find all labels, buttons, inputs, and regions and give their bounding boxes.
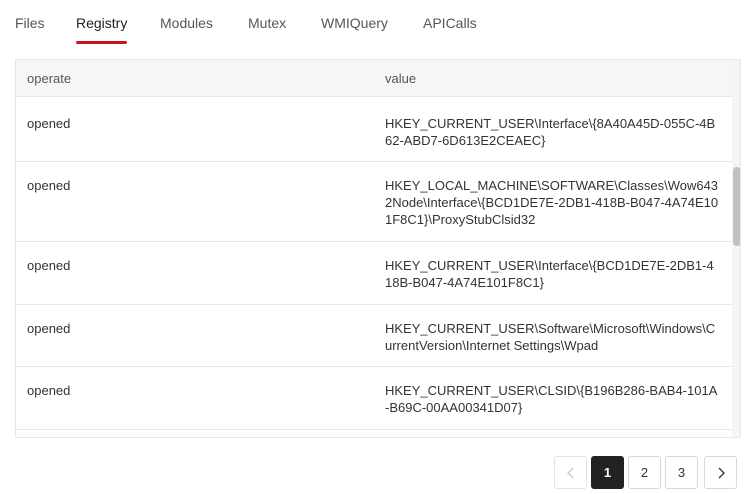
value-cell: HKEY_CURRENT_USER\CLSID\{B196B286-BAB4-1… <box>385 383 718 415</box>
table-row[interactable]: opened HKEY_CURRENT_USER\Interface\{BCD1… <box>16 242 732 305</box>
page-button-2[interactable]: 2 <box>628 456 661 489</box>
table-row[interactable]: opened HKEY_CURRENT_USER\Interface\{8A40… <box>16 97 732 162</box>
column-header-value: value <box>385 71 417 86</box>
page-button-3[interactable]: 3 <box>665 456 698 489</box>
column-header-operate: operate <box>27 71 72 86</box>
active-tab-indicator <box>76 41 127 44</box>
value-cell: HKEY_CURRENT_USER\Interface\{8A40A45D-05… <box>385 116 716 148</box>
operate-cell: opened <box>27 178 71 193</box>
table-scrollbar-track[interactable] <box>732 60 740 437</box>
tab-mutex[interactable]: Mutex <box>248 15 286 31</box>
operate-cell: opened <box>27 116 71 131</box>
table-scrollbar-thumb[interactable] <box>733 167 740 246</box>
operate-cell: opened <box>27 258 71 273</box>
operate-cell: opened <box>27 383 71 398</box>
value-cell: HKEY_CURRENT_USER\Software\Microsoft\Win… <box>385 321 716 353</box>
table-row[interactable]: opened HKEY_CURRENT_USER\Software\Micros… <box>16 305 732 367</box>
value-cell: HKEY_CURRENT_USER\Interface\{BCD1DE7E-2D… <box>385 258 714 290</box>
tab-modules[interactable]: Modules <box>160 15 213 31</box>
table-row[interactable]: opened HKEY_CURRENT_USER\CLSID\{B196B286… <box>16 367 732 430</box>
chevron-right-icon <box>718 467 725 478</box>
table-header: operate value <box>16 60 732 97</box>
tab-bar: Files Registry Modules Mutex WMIQuery AP… <box>0 0 744 46</box>
registry-table: operate value opened HKEY_CURRENT_USER\I… <box>15 59 741 438</box>
tab-wmiquery[interactable]: WMIQuery <box>321 15 388 31</box>
value-cell: HKEY_LOCAL_MACHINE\SOFTWARE\Classes\Wow6… <box>385 178 719 227</box>
page-button-1[interactable]: 1 <box>591 456 624 489</box>
tab-apicalls[interactable]: APICalls <box>423 15 477 31</box>
chevron-left-icon <box>566 467 573 478</box>
table-row[interactable]: opened HKEY_LOCAL_MACHINE\SOFTWARE\Class… <box>16 162 732 242</box>
operate-cell: opened <box>27 321 71 336</box>
tab-registry[interactable]: Registry <box>76 15 127 31</box>
next-page-button[interactable] <box>704 456 737 489</box>
prev-page-button[interactable] <box>554 456 587 489</box>
table-body: opened HKEY_CURRENT_USER\Interface\{8A40… <box>16 97 732 437</box>
tab-files[interactable]: Files <box>15 15 45 31</box>
